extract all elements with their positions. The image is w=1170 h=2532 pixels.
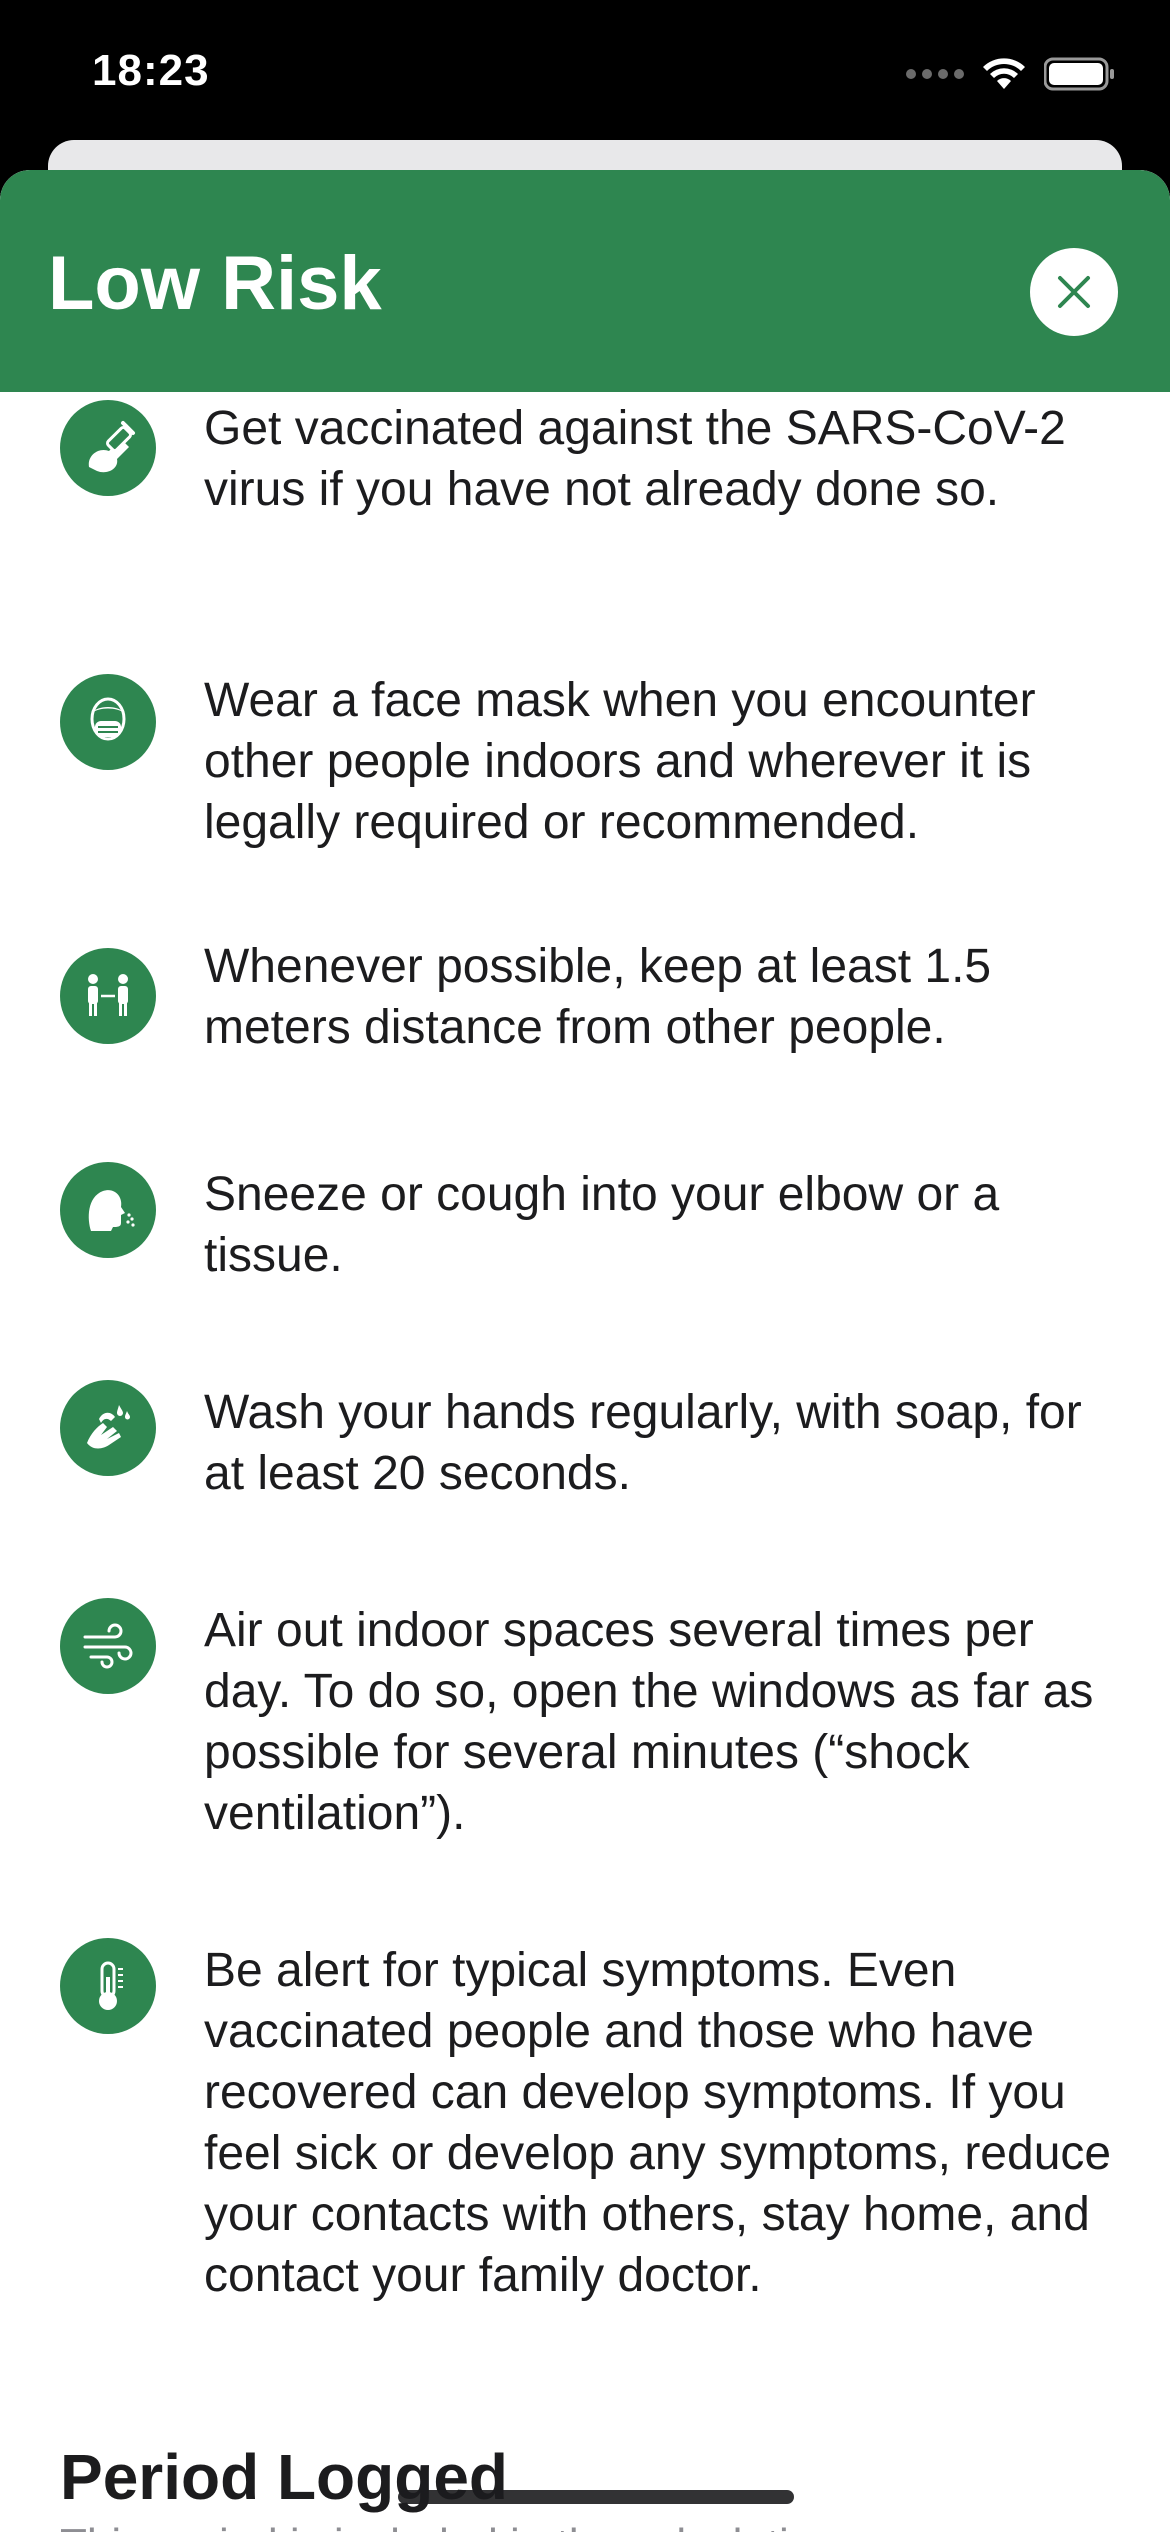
vaccine-icon	[60, 400, 156, 496]
home-indicator[interactable]	[398, 2490, 794, 2504]
tip-text: Get vaccinated against the SARS-CoV-2 vi…	[204, 402, 1066, 516]
status-bar: 18:23	[0, 0, 1170, 150]
tip-text: Air out indoor spaces several times per …	[204, 1604, 1094, 1840]
tip-text: Whenever possible, keep at least 1.5 met…	[204, 940, 992, 1054]
period-section-subtitle: This period is included in the calculati…	[60, 2520, 838, 2532]
tip-text: Be alert for typical symptoms. Even vacc…	[204, 1944, 1112, 2302]
close-icon	[1058, 276, 1090, 308]
risk-sheet: Low Risk Get vaccinated against the SARS…	[0, 170, 1170, 2532]
tip-text: Wash your hands regularly, with soap, fo…	[204, 1386, 1082, 1500]
hand-wash-icon	[60, 1380, 156, 1476]
status-time: 18:23	[92, 46, 210, 95]
sheet-header: Low Risk	[0, 170, 1170, 392]
sheet-title: Low Risk	[48, 241, 382, 326]
tip-text: Wear a face mask when you encounter othe…	[204, 674, 1036, 849]
close-button[interactable]	[1030, 248, 1118, 336]
thermometer-icon	[60, 1938, 156, 2034]
status-indicators	[906, 52, 1116, 96]
cellular-signal-icon	[906, 69, 964, 79]
face-mask-icon	[60, 674, 156, 770]
battery-icon	[1044, 57, 1114, 91]
sneeze-icon	[60, 1162, 156, 1258]
tip-text: Sneeze or cough into your elbow or a tis…	[204, 1168, 1000, 1282]
ventilation-icon	[60, 1598, 156, 1694]
distance-icon	[60, 948, 156, 1044]
wifi-icon	[983, 58, 1025, 89]
